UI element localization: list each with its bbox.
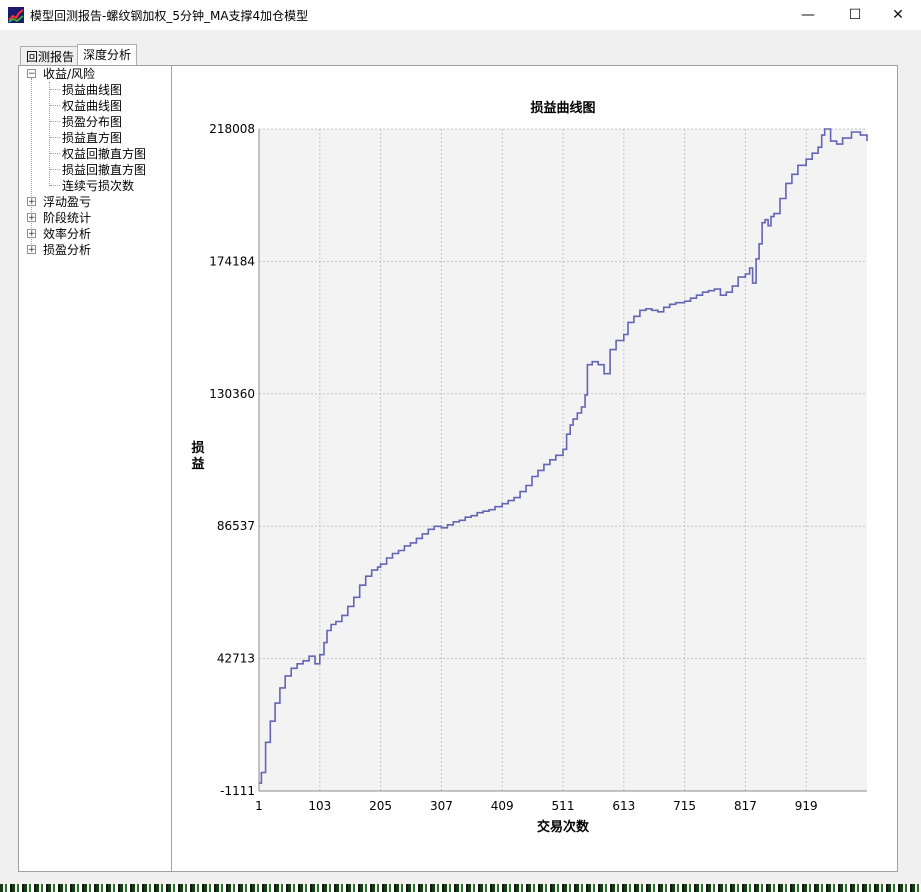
tree-item-pnl-curve[interactable]: 损益曲线图 [62,82,122,98]
expand-icon[interactable]: + [27,197,36,207]
y-tick-label: 174184 [209,254,255,268]
expand-icon[interactable]: + [27,213,36,223]
tab-deep-analysis[interactable]: 深度分析 [77,44,138,66]
y-axis-label: 损益 [191,440,204,472]
tree-group-return-risk[interactable]: 收益/风险 [43,66,95,82]
x-tick-label: 1 [255,799,263,813]
x-tick-label: 409 [491,799,514,813]
tree-group-floating-pnl[interactable]: 浮动盈亏 [43,194,91,210]
tree-connector [50,153,60,154]
tree-item-pnl-histogram[interactable]: 损益直方图 [62,130,122,146]
tree-group-efficiency[interactable]: 效率分析 [43,226,91,242]
maximize-button[interactable]: ☐ [832,0,878,30]
x-tick-label: 715 [673,799,696,813]
tree-connector [50,137,60,138]
tree-item-equity-curve[interactable]: 权益曲线图 [62,98,122,114]
content-panel: − 收益/风险 损益曲线图 权益曲线图 损盈分布图 损益直方图 权益回撤直方图 … [18,65,898,872]
window-title: 模型回测报告-螺纹钢加权_5分钟_MA支撑4加仓模型 [30,9,309,23]
tree-item-pnl-distribution[interactable]: 损盈分布图 [62,114,122,130]
title-bar: 模型回测报告-螺纹钢加权_5分钟_MA支撑4加仓模型 — ☐ ✕ [0,0,921,30]
x-tick-label: 817 [734,799,757,813]
tree-connector [50,121,60,122]
tree-item-consecutive-losses[interactable]: 连续亏损次数 [62,178,134,194]
app-icon [8,7,24,23]
x-tick-label: 613 [612,799,635,813]
x-axis-label: 交易次数 [537,819,590,835]
pnl-chart: 1 103 205 307 409 511 613 715 817 919 -1111 42713 86… [172,66,897,871]
expand-icon[interactable]: + [27,229,36,239]
tree-connector [50,185,60,186]
tree-group-pnl-analysis[interactable]: 损盈分析 [43,242,91,258]
minimize-button[interactable]: — [785,0,831,30]
y-tick-label: -1111 [220,784,255,798]
tree-connector [50,89,60,90]
tab-backtest-report[interactable]: 回测报告 [20,46,81,67]
x-tick-label: 307 [430,799,453,813]
x-tick-label: 103 [308,799,331,813]
y-tick-label: 130360 [209,387,255,401]
tree-connector [31,78,32,250]
tree-item-pnl-drawdown-histogram[interactable]: 损益回撤直方图 [62,162,146,178]
x-tick-label: 919 [795,799,818,813]
tree-connector [49,82,50,186]
chart-title: 损益曲线图 [530,100,595,116]
pnl-chart-svg: 1 103 205 307 409 511 613 715 817 919 -1111 42713 86… [191,100,868,835]
tree-connector [50,105,60,106]
status-bar [0,884,921,892]
tree-item-equity-drawdown-histogram[interactable]: 权益回撤直方图 [62,146,146,162]
y-tick-label: 42713 [217,652,255,666]
collapse-icon[interactable]: − [27,69,36,79]
close-button[interactable]: ✕ [875,0,921,30]
plot-area [259,129,867,791]
tree-group-stage-stats[interactable]: 阶段统计 [43,210,91,226]
analysis-tree: − 收益/风险 损益曲线图 权益曲线图 损盈分布图 损益直方图 权益回撤直方图 … [19,66,172,871]
expand-icon[interactable]: + [27,245,36,255]
y-tick-label: 218008 [209,122,255,136]
y-tick-label: 86537 [217,519,255,533]
tree-connector [50,169,60,170]
x-tick-label: 205 [369,799,392,813]
x-tick-label: 511 [552,799,575,813]
